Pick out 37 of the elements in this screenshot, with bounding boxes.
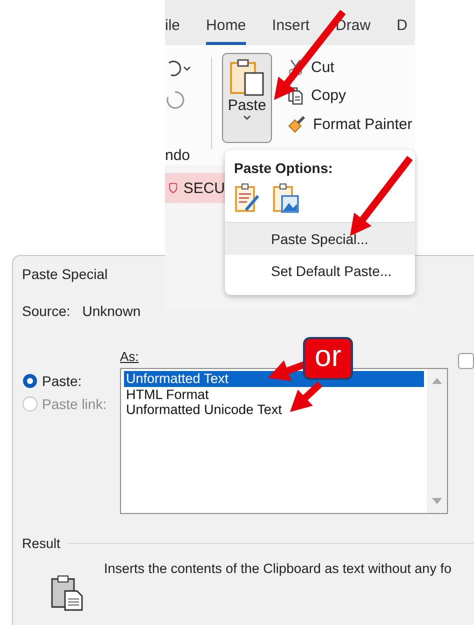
group-label: ndo <box>165 147 190 164</box>
ribbon-tab[interactable]: ile <box>165 17 180 45</box>
format-list[interactable]: Unformatted Text HTML Format Unformatted Unicode Text <box>120 368 448 514</box>
ribbon-tab[interactable]: Insert <box>272 17 310 45</box>
menu-heading: Paste Options: <box>233 159 334 176</box>
dialog-title: Paste Special <box>22 266 108 282</box>
format-option[interactable]: Unformatted Unicode Text <box>124 402 424 418</box>
source-value: Unknown <box>82 303 141 319</box>
copy-icon <box>287 85 305 105</box>
radio-label: Paste link: <box>42 396 107 412</box>
keep-formatting-icon[interactable] <box>234 182 260 214</box>
ribbon-tab[interactable]: D <box>396 17 408 45</box>
checkbox[interactable] <box>458 353 474 369</box>
ribbon-command[interactable]: Cut <box>285 58 412 76</box>
clipboard-icon <box>50 575 84 611</box>
result-description: Inserts the contents of the Clipboard as text without any fo <box>104 561 452 578</box>
scissors-icon <box>287 58 305 76</box>
callout-badge: or <box>303 337 353 380</box>
chevron-icon <box>242 114 252 122</box>
menu-item[interactable]: Set Default Paste... <box>225 255 415 287</box>
menu-item[interactable]: Paste Special... <box>225 223 415 255</box>
format-option[interactable]: HTML Format <box>124 386 424 402</box>
redo-icon[interactable] <box>165 89 187 111</box>
clipboard-icon <box>228 57 266 97</box>
as-label: As: <box>120 349 139 364</box>
scroll-down-icon[interactable] <box>432 498 442 505</box>
brush-icon <box>287 114 307 134</box>
scroll-up-icon[interactable] <box>432 377 442 384</box>
paste-button[interactable]: Paste <box>222 53 272 143</box>
ribbon-command[interactable]: Format Painter <box>285 114 412 134</box>
source-label: Source: <box>22 303 70 319</box>
result-label: Result <box>22 536 60 551</box>
radio-label: Paste: <box>42 373 82 389</box>
radio-button[interactable] <box>22 373 38 389</box>
security-text: SECU <box>183 180 225 196</box>
picture-paste-icon[interactable] <box>272 182 300 214</box>
ribbon-command[interactable]: Copy <box>285 85 412 105</box>
